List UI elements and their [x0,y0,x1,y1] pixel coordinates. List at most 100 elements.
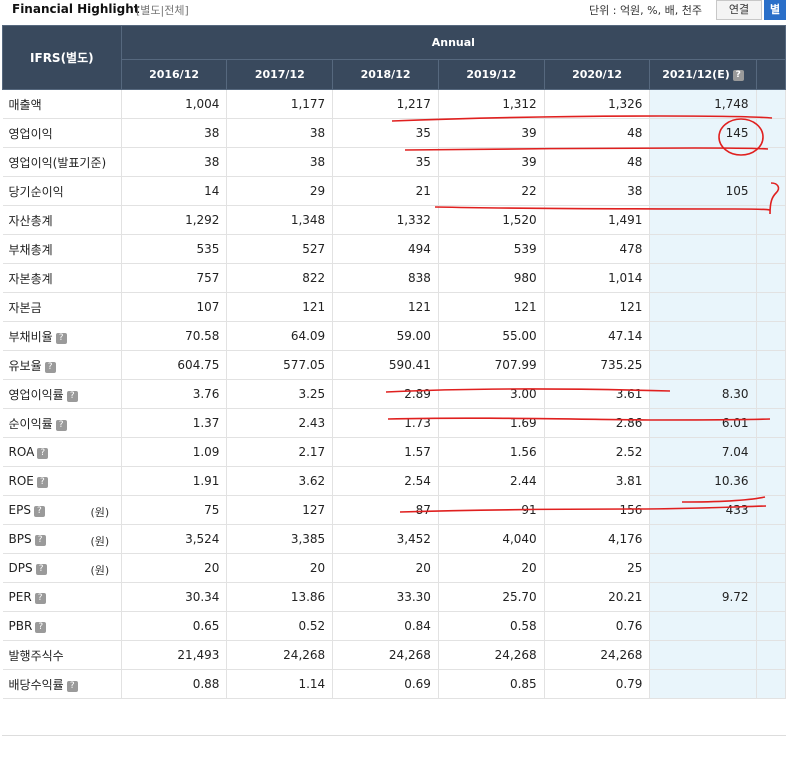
row-label: 당기순이익 [2,176,122,206]
year-label: 2019/12 [466,68,517,81]
table-cell: 1,332 [332,205,439,235]
table-cell-overflow [755,611,786,641]
table-row: 발행주식수 21,493 24,268 24,268 24,268 24,268 [2,640,786,670]
help-icon[interactable]: ? [66,680,78,692]
row-label-text: 자본금 [8,300,42,315]
row-label-text: BPS [8,532,32,546]
table-cell-overflow [755,292,786,322]
table-cell: 838 [332,263,439,293]
table-cell: 527 [226,234,334,264]
help-icon[interactable]: ? [33,506,45,517]
table-cell: 8.30 [649,379,757,409]
help-icon[interactable]: ? [35,622,47,633]
table-cell: 24,268 [438,640,545,670]
row-label-text: 발행주식수 [8,648,64,663]
table-cell: 735.25 [544,350,651,380]
row-label: 자산총계 [2,205,122,235]
table-cell [649,669,757,699]
table-cell: 121 [544,292,651,322]
row-label-text: DPS [8,561,33,575]
help-icon[interactable]: ? [34,593,46,604]
table-cell-overflow [755,350,786,380]
row-unit: (원) [90,564,110,577]
table-cell: 1,520 [438,205,545,235]
table-cell-overflow [755,495,786,525]
help-icon[interactable]: ? [66,390,78,402]
table-cell: 1.69 [438,408,545,438]
help-icon[interactable]: ? [36,477,48,488]
table-cell: 0.69 [332,669,439,699]
table-cell [649,611,757,641]
table-cell: 1,491 [544,205,651,235]
table-row: 자본금 107 121 121 121 121 [2,292,786,322]
row-label: 자본금 [2,292,122,322]
table-row: PBR? 0.65 0.52 0.84 0.58 0.76 [2,611,786,641]
table-cell: 707.99 [438,350,545,380]
table-cell: 535 [121,234,228,264]
table-cell: 24,268 [226,640,334,670]
table-cell: 25.70 [438,582,545,612]
row-label: 자본총계 [2,263,122,293]
unit-label: 단위 : 억원, %, 배, 천주 [589,4,702,17]
row-label-text: 부채총계 [8,242,53,257]
table-row: 유보율? 604.75 577.05 590.41 707.99 735.25 [2,350,786,380]
row-label: PER? [2,582,122,612]
table-cell: 1,348 [226,205,334,235]
table-cell [649,640,757,670]
table-cell-overflow [755,582,786,612]
row-unit: (원) [90,535,110,548]
help-icon[interactable]: ? [55,332,67,344]
table-cell: 91 [438,495,545,525]
table-cell: 0.85 [438,669,545,699]
table-cell: 20 [438,553,545,583]
help-icon[interactable]: ? [35,564,47,575]
table-cell: 48 [544,118,651,148]
consolidated-button[interactable]: 연결 [716,0,762,20]
table-cell: 3,524 [121,524,228,554]
help-icon[interactable]: ? [37,448,49,459]
table-cell-overflow [755,408,786,438]
separate-button[interactable]: 별 [764,0,786,20]
table-cell: 20 [226,553,334,583]
row-label-text: PER [8,590,32,604]
table-row: DPS? (원) 20 20 20 20 25 [2,553,786,583]
table-row: 매출액 1,004 1,177 1,217 1,312 1,326 1,748 [2,89,786,119]
table-row: ROE? 1.91 3.62 2.54 2.44 3.81 10.36 [2,466,786,496]
help-icon[interactable]: ? [34,535,46,546]
table-cell: 494 [332,234,439,264]
row-label: DPS? (원) [2,553,122,583]
year-label: 2018/12 [360,68,411,81]
table-cell: 35 [332,118,439,148]
table-cell: 1,292 [121,205,228,235]
section-subtitle: [별도|전체] [136,4,189,17]
year-label: 2016/12 [149,68,200,81]
table-cell: 38 [544,176,651,206]
table-cell [649,553,757,583]
table-row: 자산총계 1,292 1,348 1,332 1,520 1,491 [2,205,786,235]
table-cell: 1,014 [544,263,651,293]
table-cell: 75 [121,495,228,525]
table-cell-overflow [755,553,786,583]
table-cell: 757 [121,263,228,293]
table-cell: 20 [121,553,228,583]
table-cell: 0.88 [121,669,228,699]
help-icon[interactable]: ? [44,361,56,373]
table-cell: 2.43 [226,408,334,438]
table-cell: 22 [438,176,545,206]
table-cell: 1.73 [332,408,439,438]
table-cell: 604.75 [121,350,228,380]
table-cell: 9.72 [649,582,757,612]
row-label: 매출액 [2,89,122,119]
row-label: ROA? [2,437,122,467]
year-header-overflow [755,59,786,90]
help-icon[interactable]: ? [55,419,67,431]
table-cell: 539 [438,234,545,264]
row-label: 유보율? [2,350,122,380]
table-cell: 33.30 [332,582,439,612]
row-label: ROE? [2,466,122,496]
table-cell-overflow [755,379,786,409]
table-cell: 20 [332,553,439,583]
table-cell: 121 [226,292,334,322]
help-icon[interactable]: ? [732,70,744,81]
table-cell: 38 [121,118,228,148]
